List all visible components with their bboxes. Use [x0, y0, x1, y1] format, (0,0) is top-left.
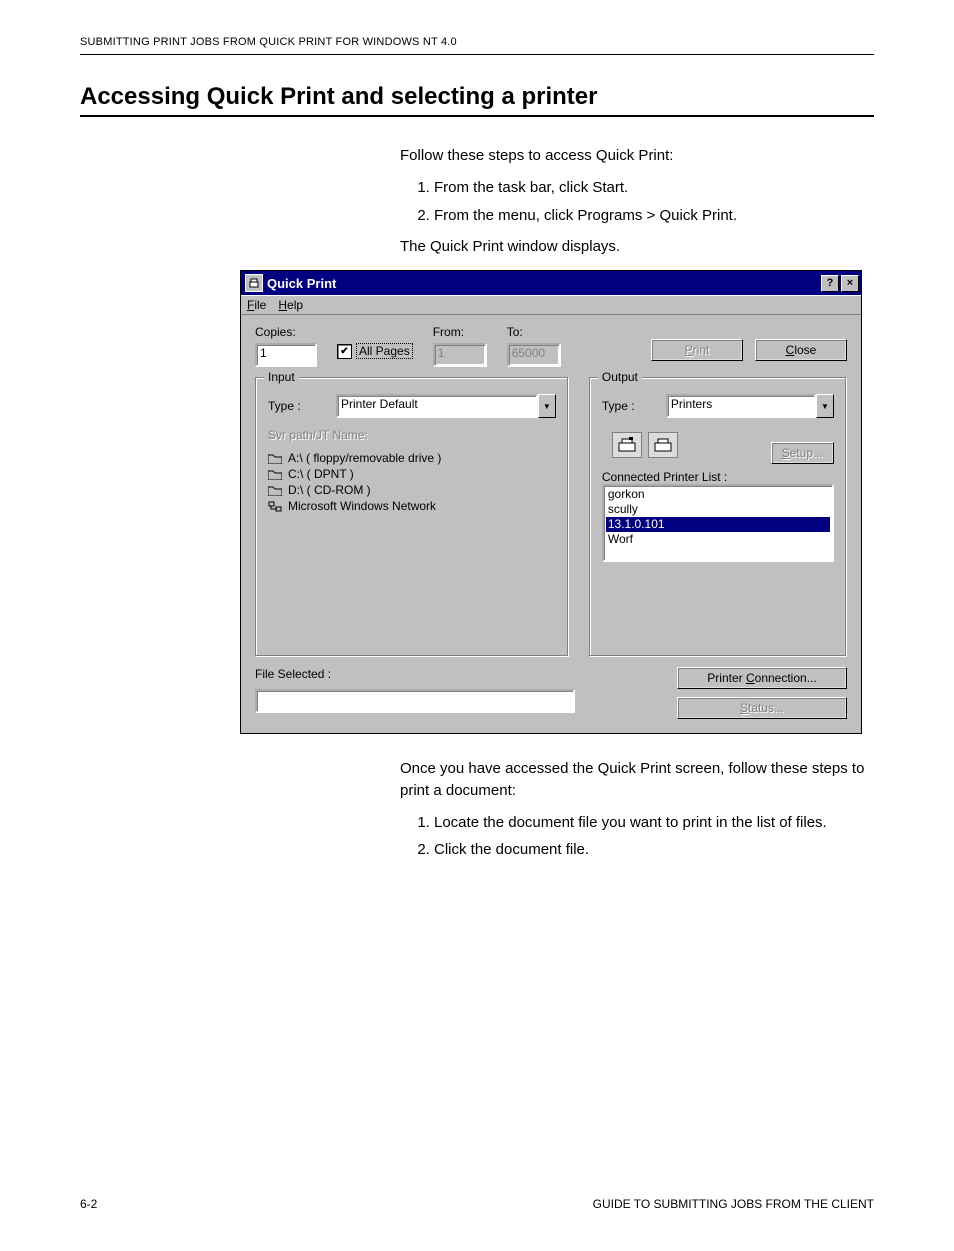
- chevron-down-icon[interactable]: ▼: [538, 394, 556, 418]
- running-header: SUBMITTING PRINT JOBS FROM QUICK PRINT F…: [80, 36, 874, 48]
- list-item[interactable]: 13.1.0.101: [606, 517, 830, 532]
- section-title: Accessing Quick Print and selecting a pr…: [80, 83, 874, 111]
- svr-path-label: Svr path/JT Name:: [268, 428, 556, 442]
- printer-listbox[interactable]: gorkon scully 13.1.0.101 Worf: [602, 484, 834, 562]
- file-selected-input[interactable]: [255, 689, 575, 713]
- intro-paragraph: Follow these steps to access Quick Print…: [400, 145, 874, 167]
- all-pages-checkbox[interactable]: ✔: [337, 344, 352, 359]
- step-item: From the task bar, click Start.: [434, 177, 874, 199]
- to-label: To:: [507, 325, 561, 339]
- list-item[interactable]: Worf: [606, 532, 830, 547]
- help-button[interactable]: ?: [821, 275, 839, 292]
- input-type-label: Type :: [268, 399, 328, 413]
- setup-button[interactable]: Setup...: [771, 442, 834, 464]
- page-footer: 6-2 GUIDE TO SUBMITTING JOBS FROM THE CL…: [80, 1191, 874, 1211]
- tree-item-label: A:\ ( floppy/removable drive ): [288, 451, 441, 465]
- step-item: Locate the document file you want to pri…: [434, 812, 874, 834]
- body-column-1: Follow these steps to access Quick Print…: [400, 145, 874, 258]
- printer-icon: [612, 432, 642, 458]
- quick-print-window: Quick Print ? × File Help Copies: 1 ✔ Al…: [240, 270, 862, 734]
- close-icon[interactable]: ×: [841, 275, 859, 292]
- window-title: Quick Print: [267, 276, 819, 291]
- from-label: From:: [433, 325, 487, 339]
- folder-icon: [268, 485, 282, 496]
- app-icon: [245, 274, 263, 292]
- input-type-dropdown[interactable]: Printer Default: [336, 394, 538, 418]
- titlebar[interactable]: Quick Print ? ×: [241, 271, 861, 295]
- all-pages-label: All Pages: [356, 343, 413, 359]
- step-item: Click the document file.: [434, 839, 874, 861]
- tree-item[interactable]: D:\ ( CD-ROM ): [268, 482, 556, 498]
- input-legend: Input: [264, 370, 299, 384]
- body-column-2: Once you have accessed the Quick Print s…: [400, 758, 874, 861]
- chevron-down-icon[interactable]: ▼: [816, 394, 834, 418]
- copies-label: Copies:: [255, 325, 317, 339]
- print-button[interactable]: Print: [651, 339, 743, 361]
- printer-icons: [612, 432, 678, 458]
- input-groupbox: Input Type : Printer Default ▼ Svr path/…: [255, 377, 569, 657]
- tree-item[interactable]: A:\ ( floppy/removable drive ): [268, 450, 556, 466]
- tree-item-label: Microsoft Windows Network: [288, 499, 436, 513]
- list-item[interactable]: scully: [606, 502, 830, 517]
- output-groupbox: Output Type : Printers ▼: [589, 377, 847, 657]
- to-input[interactable]: 65000: [507, 343, 561, 367]
- intro-paragraph-2: Once you have accessed the Quick Print s…: [400, 758, 874, 802]
- tree-item[interactable]: Microsoft Windows Network: [268, 498, 556, 514]
- step-item: From the menu, click Programs > Quick Pr…: [434, 205, 874, 227]
- tree-item-label: D:\ ( CD-ROM ): [288, 483, 371, 497]
- menubar: File Help: [241, 295, 861, 315]
- tree-item[interactable]: C:\ ( DPNT ): [268, 466, 556, 482]
- connected-printer-label: Connected Printer List :: [602, 470, 834, 484]
- menu-help[interactable]: Help: [278, 298, 303, 312]
- printer-connection-button[interactable]: Printer Connection...: [677, 667, 847, 689]
- copies-input[interactable]: 1: [255, 343, 317, 367]
- footer-title: GUIDE TO SUBMITTING JOBS FROM THE CLIENT: [593, 1197, 874, 1211]
- output-legend: Output: [598, 370, 642, 384]
- steps-list-1: From the task bar, click Start. From the…: [400, 177, 874, 227]
- close-button[interactable]: Close: [755, 339, 847, 361]
- after-steps-paragraph: The Quick Print window displays.: [400, 236, 874, 258]
- page-number: 6-2: [80, 1197, 97, 1211]
- section-rule: [80, 115, 874, 117]
- file-selected-label: File Selected :: [255, 667, 589, 681]
- folder-icon: [268, 469, 282, 480]
- screenshot: Quick Print ? × File Help Copies: 1 ✔ Al…: [240, 270, 862, 734]
- status-button[interactable]: Status...: [677, 697, 847, 719]
- menu-file[interactable]: File: [247, 298, 266, 312]
- output-type-dropdown[interactable]: Printers: [666, 394, 816, 418]
- folder-icon: [268, 453, 282, 464]
- header-rule: [80, 54, 874, 55]
- output-type-label: Type :: [602, 399, 658, 413]
- steps-list-2: Locate the document file you want to pri…: [400, 812, 874, 862]
- printer-icon: [648, 432, 678, 458]
- network-icon: [268, 501, 282, 512]
- drive-tree[interactable]: A:\ ( floppy/removable drive ) C:\ ( DPN…: [268, 450, 556, 514]
- list-item[interactable]: gorkon: [606, 487, 830, 502]
- from-input[interactable]: 1: [433, 343, 487, 367]
- tree-item-label: C:\ ( DPNT ): [288, 467, 354, 481]
